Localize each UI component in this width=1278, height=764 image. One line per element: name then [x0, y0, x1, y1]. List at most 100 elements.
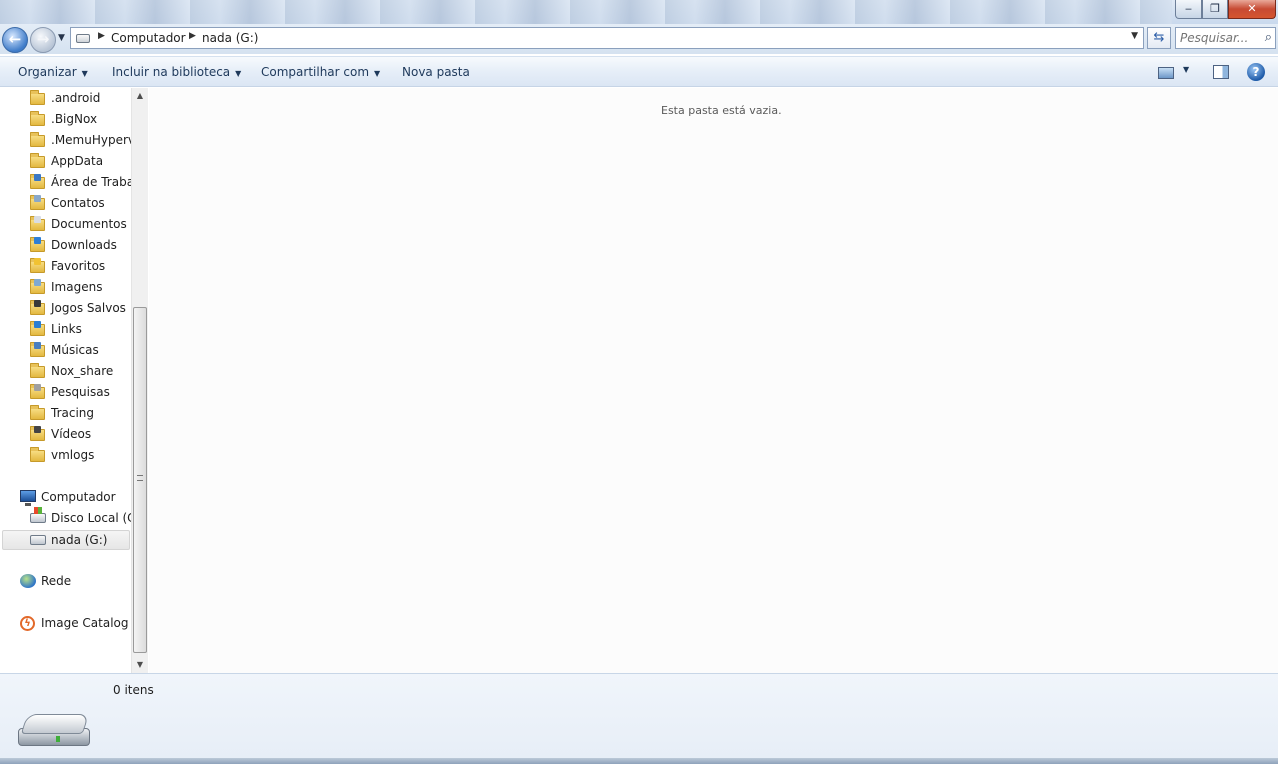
folder-overlay-icon — [34, 300, 41, 307]
nav-folder-label: Favoritos — [51, 259, 106, 273]
local-disk-icon — [30, 507, 46, 523]
nav-folder-label: Pesquisas — [51, 385, 110, 399]
nav-folder-label: Imagens — [51, 280, 103, 294]
organize-menu[interactable]: Organizar ▼ — [18, 65, 88, 79]
nav-folder-label: Documentos — [51, 217, 127, 231]
nav-computer[interactable]: Computador — [20, 488, 130, 508]
nav-folder-item[interactable]: AppData — [30, 152, 130, 172]
forward-arrow-icon: → — [36, 30, 50, 48]
change-view-icon[interactable] — [1158, 67, 1174, 79]
folder-overlay-icon — [34, 237, 41, 244]
scroll-down-icon[interactable]: ▼ — [132, 657, 148, 673]
nav-folder-item[interactable]: vmlogs — [30, 446, 130, 466]
scroll-up-icon[interactable]: ▲ — [132, 88, 148, 104]
breadcrumb-separator-icon[interactable]: ▶ — [98, 31, 105, 41]
breadcrumb-drive[interactable]: nada (G:) — [202, 31, 258, 45]
nav-network-label: Rede — [41, 574, 72, 588]
breadcrumb-computer[interactable]: Computador — [111, 31, 186, 45]
nav-folder-label: Nox_share — [51, 364, 114, 378]
nav-folder-label: Jogos Salvos — [51, 301, 126, 315]
file-list-area[interactable]: Esta pasta está vazia. — [149, 88, 1278, 673]
removable-drive-icon — [30, 535, 46, 545]
nav-folder-item[interactable]: Jogos Salvos — [30, 299, 130, 319]
nav-folder-item[interactable]: Tracing — [30, 404, 130, 424]
title-bar: ‒ ❐ ✕ — [0, 0, 1278, 24]
folder-icon — [30, 111, 45, 126]
dropdown-arrow-icon: ▼ — [374, 69, 381, 78]
folder-icon — [30, 405, 45, 420]
nav-local-disk-label: Disco Local (C:) — [51, 511, 131, 525]
folder-icon — [30, 153, 45, 168]
maximize-button[interactable]: ❐ — [1202, 0, 1228, 19]
nav-folder-item[interactable]: Imagens — [30, 278, 130, 298]
nav-folder-item[interactable]: Pesquisas — [30, 383, 130, 403]
folder-overlay-icon — [34, 426, 41, 433]
drive-icon — [76, 34, 90, 43]
nav-folder-label: Músicas — [51, 343, 99, 357]
minimize-button[interactable]: ‒ — [1175, 0, 1202, 19]
empty-folder-message: Esta pasta está vazia. — [661, 104, 782, 117]
nav-folder-item[interactable]: Links — [30, 320, 130, 340]
dropdown-arrow-icon: ▼ — [81, 69, 88, 78]
share-with-label: Compartilhar com — [261, 65, 370, 79]
close-button[interactable]: ✕ — [1228, 0, 1276, 19]
nav-folder-item[interactable]: Vídeos — [30, 425, 130, 445]
nav-selected-drive-label: nada (G:) — [51, 533, 108, 547]
folder-overlay-icon — [34, 384, 41, 391]
nav-network[interactable]: Rede — [20, 572, 130, 592]
folder-overlay-icon — [34, 174, 41, 181]
nav-folder-item[interactable]: .MemuHyperv — [30, 131, 131, 151]
nav-image-catalog[interactable]: ϟ Image Catalog — [20, 614, 130, 634]
drive-led-shape — [56, 736, 60, 742]
include-library-menu[interactable]: Incluir na biblioteca ▼ — [112, 65, 241, 79]
drive-top-shape — [20, 714, 90, 734]
breadcrumb-separator-icon[interactable]: ▶ — [189, 31, 196, 41]
nav-folder-item[interactable]: Músicas — [30, 341, 130, 361]
address-bar[interactable]: ▶ Computador ▶ nada (G:) ▼ — [70, 27, 1144, 49]
folder-overlay-icon — [34, 321, 41, 328]
nav-folder-item[interactable]: Área de Trabalho — [30, 173, 131, 193]
nav-folder-label: Tracing — [51, 406, 95, 420]
forward-button[interactable]: → — [30, 27, 56, 53]
folder-overlay-icon — [34, 258, 41, 265]
folder-icon — [30, 132, 45, 147]
nav-folder-item[interactable]: .BigNox — [30, 110, 130, 130]
include-library-label: Incluir na biblioteca — [112, 65, 231, 79]
view-options-dropdown-icon[interactable]: ▼ — [1183, 65, 1189, 83]
share-with-menu[interactable]: Compartilhar com ▼ — [261, 65, 380, 79]
preview-pane-icon[interactable] — [1213, 65, 1229, 79]
nav-folder-item[interactable]: Documentos — [30, 215, 130, 235]
scrollbar-thumb[interactable] — [133, 307, 147, 653]
nav-local-disk[interactable]: Disco Local (C:) — [30, 507, 131, 529]
nav-folder-label: AppData — [51, 154, 104, 168]
nav-folder-item[interactable]: Nox_share — [30, 362, 130, 382]
address-row: ← → ▼ ▶ Computador ▶ nada (G:) ▼ ⇆ ⌕ — [0, 24, 1278, 54]
nav-folder-item[interactable]: Contatos — [30, 194, 130, 214]
taskbar-strip — [0, 758, 1278, 764]
image-catalog-icon: ϟ — [20, 616, 35, 631]
nav-selected-drive[interactable]: nada (G:) — [2, 530, 130, 550]
nav-folder-label: Links — [51, 322, 82, 336]
item-count: 0 itens — [113, 683, 154, 697]
search-box[interactable]: ⌕ — [1175, 27, 1276, 49]
search-icon[interactable]: ⌕ — [1265, 30, 1272, 45]
search-input[interactable] — [1180, 30, 1258, 46]
folder-overlay-icon — [34, 279, 41, 286]
new-folder-button[interactable]: Nova pasta — [402, 65, 470, 79]
nav-folder-label: Área de Trabalho — [51, 175, 131, 189]
network-icon — [20, 574, 36, 588]
nav-image-catalog-label: Image Catalog — [41, 616, 129, 630]
refresh-button[interactable]: ⇆ — [1147, 27, 1171, 49]
address-history-dropdown-icon[interactable]: ▼ — [1131, 31, 1138, 41]
nav-folder-label: Downloads — [51, 238, 117, 252]
navigation-scrollbar[interactable]: ▲ ▼ — [131, 88, 148, 673]
nav-folder-item[interactable]: Favoritos — [30, 257, 130, 277]
recent-pages-dropdown[interactable]: ▼ — [58, 33, 65, 43]
nav-folder-item[interactable]: Downloads — [30, 236, 130, 256]
help-icon[interactable]: ? — [1247, 63, 1265, 81]
back-button[interactable]: ← — [2, 27, 28, 53]
computer-icon — [20, 490, 36, 506]
command-bar: Organizar ▼ Incluir na biblioteca ▼ Compar… — [0, 56, 1278, 87]
nav-folder-item[interactable]: .android — [30, 89, 130, 109]
nav-computer-label: Computador — [41, 490, 116, 504]
